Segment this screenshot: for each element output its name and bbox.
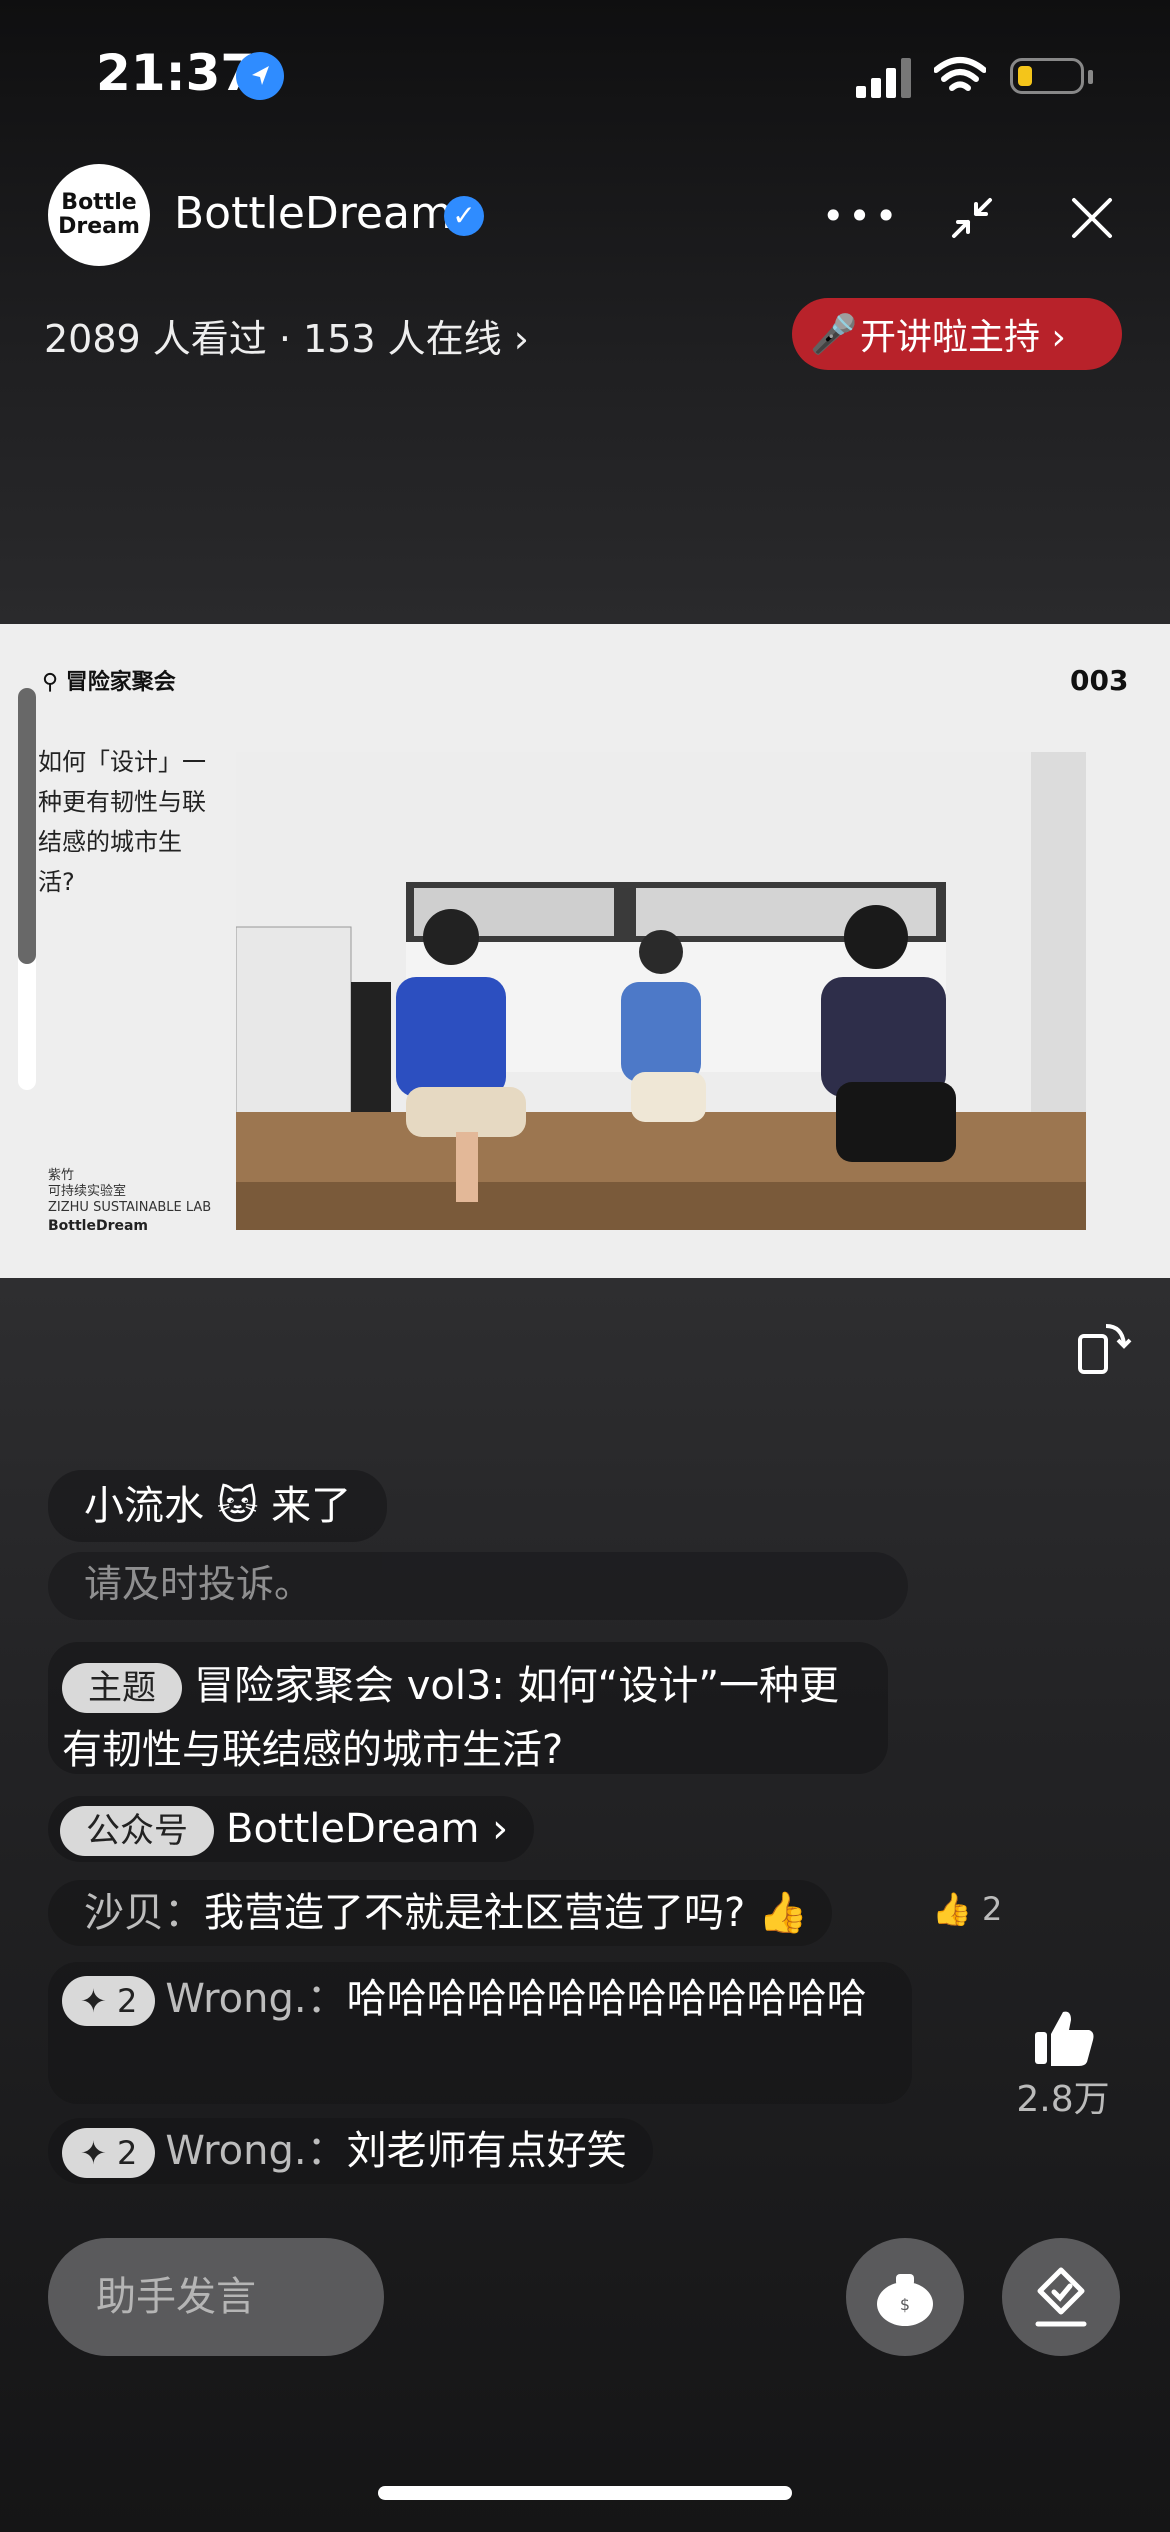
close-icon[interactable] — [1060, 186, 1124, 250]
more-options-button[interactable]: ••• — [822, 186, 897, 246]
rotate-screen-icon[interactable] — [1076, 1318, 1134, 1376]
like-count: 2.8万 — [1016, 2079, 1110, 2120]
stream-photo — [236, 752, 1086, 1230]
official-account-message[interactable]: 公众号 BottleDream › — [48, 1796, 535, 1862]
comment-user: Wrong.： — [165, 1976, 347, 2022]
comment-wrong-1[interactable]: ✦ 2 Wrong.：哈哈哈哈哈哈哈哈哈哈哈哈哈 — [48, 1962, 912, 2104]
comment-text: 哈哈哈哈哈哈哈哈哈哈哈哈哈 — [346, 1976, 867, 2022]
cellular-signal-icon — [856, 58, 912, 98]
comment-text: 我营造了不就是社区营造了吗? 👍 — [204, 1890, 808, 1936]
comment-user: Wrong.： — [165, 2128, 347, 2174]
battery-level — [1018, 66, 1032, 86]
video-scrollbar-thumb[interactable] — [18, 688, 36, 964]
slide-question: 如何「设计」一种更有韧性与联结感的城市生活? — [38, 748, 206, 896]
comment-user: 沙贝： — [84, 1890, 204, 1936]
org-logo: 紫竹 可持续实验室 ZIZHU SUSTAINABLE LAB — [48, 1168, 212, 1215]
slide-number: 003 — [1070, 664, 1129, 697]
comment-wrong-2[interactable]: ✦ 2 Wrong.：刘老师有点好笑 — [48, 2118, 653, 2184]
share-button[interactable] — [1002, 2238, 1120, 2356]
host-button[interactable]: 🎤 开讲啦主持 › — [792, 298, 1122, 370]
slide-brand-logo: BottleDream — [48, 1218, 149, 1234]
comment-text: 刘老师有点好笑 — [346, 2128, 627, 2174]
like-button[interactable] — [1004, 2008, 1124, 2072]
minimize-icon[interactable] — [940, 186, 1004, 250]
channel-name[interactable]: BottleDream — [174, 188, 453, 239]
official-account-tag: 公众号 — [60, 1806, 214, 1856]
home-indicator[interactable] — [378, 2486, 792, 2500]
svg-text:$: $ — [900, 2295, 910, 2314]
topic-tag: 主题 — [62, 1663, 182, 1713]
assistant-input[interactable]: 助手发言 — [48, 2238, 384, 2356]
comment-like-count: 2 — [982, 1890, 1003, 1928]
channel-avatar[interactable]: Bottle Dream — [48, 164, 150, 266]
comment-shabei[interactable]: 沙贝：我营造了不就是社区营造了吗? 👍 — [48, 1880, 832, 1946]
wifi-icon — [933, 56, 987, 98]
official-account-name: BottleDream › — [226, 1806, 509, 1852]
host-button-label: 开讲啦主持 › — [860, 317, 1066, 358]
viewer-count[interactable]: 2089 人看过 · 153 人在线 › — [44, 308, 529, 363]
fan-level-badge: ✦ 2 — [62, 1976, 156, 2026]
warning-message: 请及时投诉。 — [48, 1552, 908, 1620]
verified-icon: ✓ — [444, 196, 484, 236]
slide-event-logo: ⚲ 冒险家聚会 — [42, 670, 176, 695]
status-time: 21:37 — [96, 44, 256, 102]
battery-cap — [1088, 70, 1093, 84]
join-message: 小流水 🐱 来了 — [48, 1470, 388, 1542]
fan-level-badge: ✦ 2 — [62, 2128, 156, 2178]
microphone-icon: 🎤 — [810, 312, 858, 356]
topic-message: 主题 冒险家聚会 vol3: 如何“设计”一种更有韧性与联结感的城市生活? — [48, 1642, 888, 1774]
gift-button[interactable]: $ — [846, 2238, 964, 2356]
location-icon — [236, 52, 284, 100]
comment-like-button[interactable]: 👍 2 — [932, 1890, 1002, 1928]
